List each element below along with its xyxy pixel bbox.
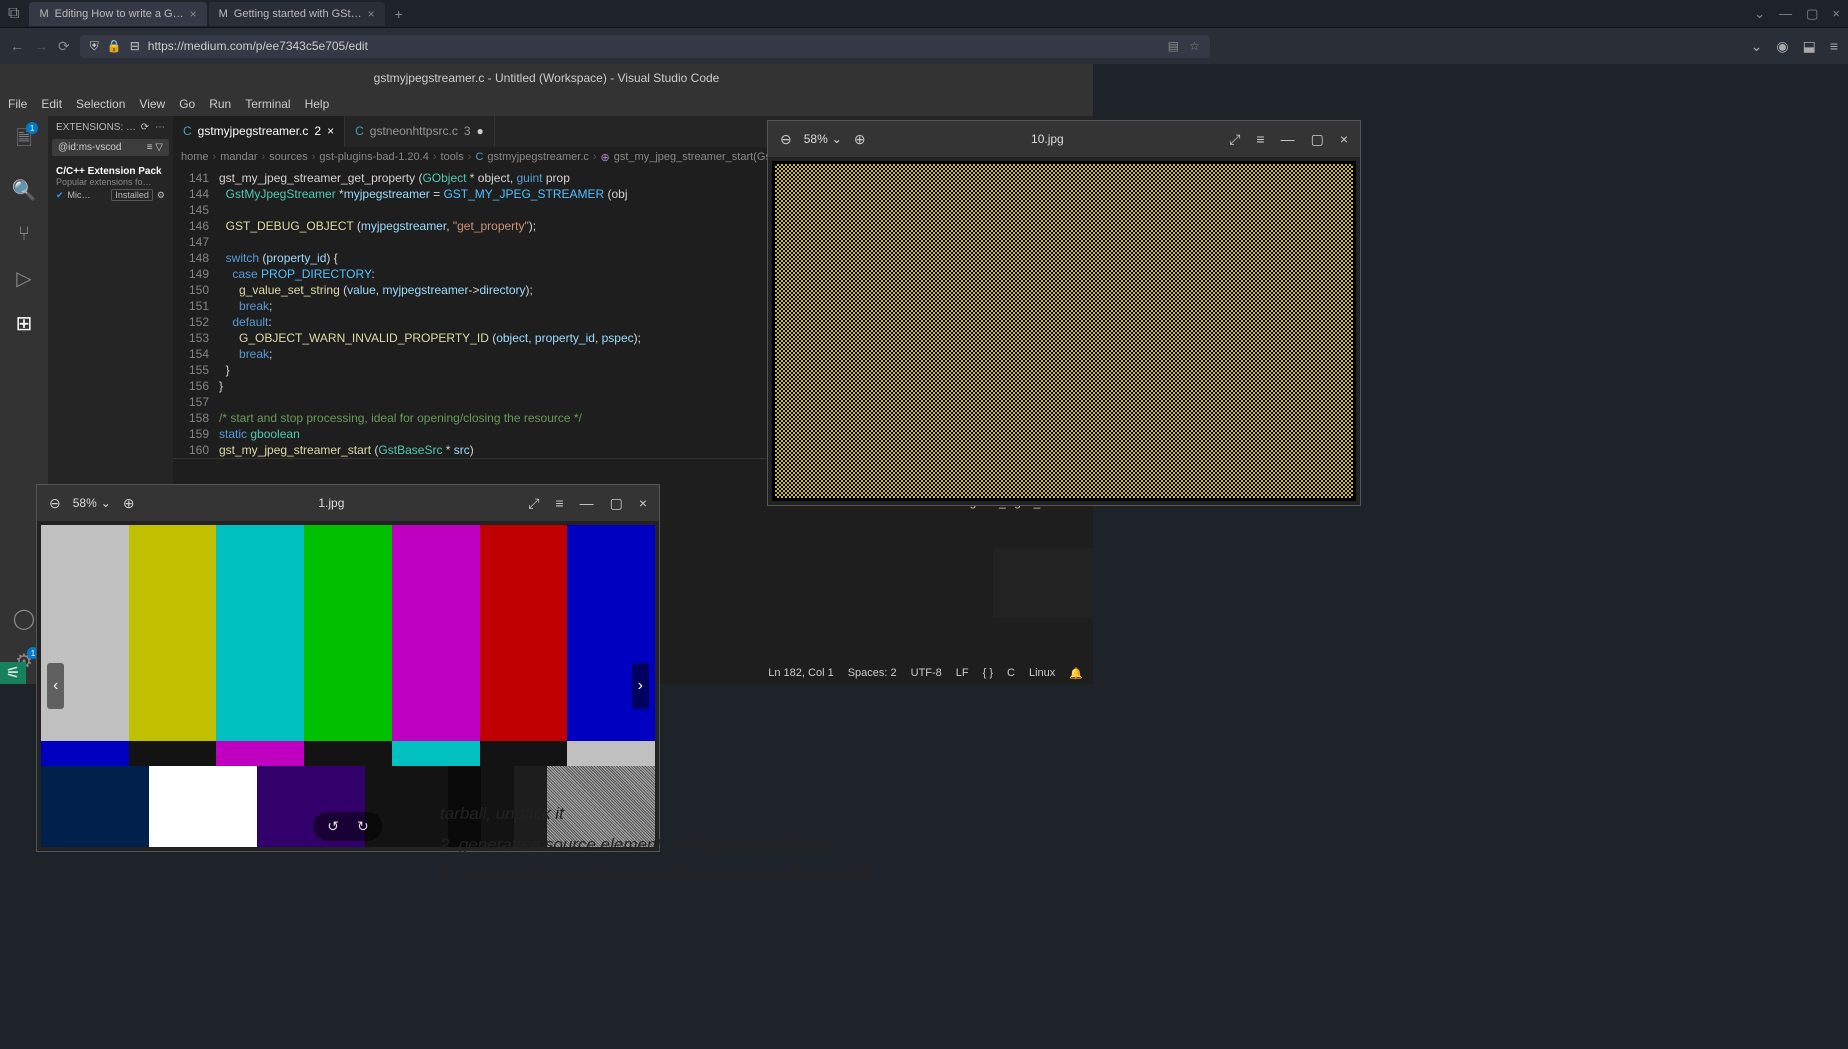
status-encoding[interactable]: UTF-8 [911, 667, 942, 680]
fullscreen-icon[interactable]: ⤢ [524, 495, 543, 512]
menu-file[interactable]: File [8, 97, 27, 111]
menu-edit[interactable]: Edit [41, 97, 62, 111]
rotate-left-icon[interactable]: ↺ [327, 818, 339, 835]
c-file-icon: C [183, 124, 192, 138]
account-icon[interactable]: ◯ [13, 606, 35, 631]
menu-help[interactable]: Help [305, 97, 330, 111]
remote-button[interactable]: ⚟ [0, 662, 26, 684]
window-title: gstmyjpegstreamer.c - Untitled (Workspac… [0, 64, 1093, 92]
tab-favicon: M [219, 8, 228, 20]
url-text: https://medium.com/p/ee7343c5e705/edit [148, 39, 368, 53]
filter-icon[interactable]: ≡ ▽ [147, 142, 163, 153]
menu-view[interactable]: View [139, 97, 165, 111]
chevron-down-icon: ⌄ [832, 132, 842, 146]
search-icon[interactable]: 🔍 [12, 178, 37, 203]
minimize-icon[interactable]: — [1277, 131, 1299, 147]
minimize-icon[interactable]: — [1779, 6, 1792, 22]
editor-tab-1[interactable]: C gstneonhttpsrc.c 3 ● [345, 116, 495, 147]
status-brace[interactable]: { } [983, 667, 993, 680]
bell-icon[interactable]: 🔔 [1069, 667, 1083, 680]
extensions-icon[interactable]: ⊞ [16, 311, 33, 336]
extension-search[interactable]: @id:ms-vscod ≡ ▽ [52, 139, 169, 156]
menu-bar: File Edit Selection View Go Run Terminal… [0, 92, 1093, 116]
image-viewer-2: ⊖ 58% ⌄ ⊕ 10.jpg ⤢ ≡ — ▢ × [767, 120, 1361, 506]
back-button[interactable]: ← [10, 38, 24, 54]
more-icon[interactable]: ⋯ [155, 122, 165, 133]
status-spaces[interactable]: Spaces: 2 [848, 667, 897, 680]
url-bar[interactable]: ⛨ 🔒 ⊟ https://medium.com/p/ee7343c5e705/… [80, 35, 1210, 58]
permissions-icon[interactable]: ⊟ [130, 39, 140, 53]
close-icon[interactable]: × [368, 7, 375, 21]
explorer-icon[interactable]: 🗎1 [16, 124, 32, 158]
maximize-icon[interactable]: ▢ [1806, 6, 1818, 22]
modified-icon: ● [477, 124, 484, 138]
zoom-in-icon[interactable]: ⊕ [850, 131, 870, 148]
forward-button[interactable]: → [34, 38, 48, 54]
history-icon[interactable]: ⧉ [8, 5, 19, 23]
chevron-down-icon[interactable]: ⌄ [1754, 6, 1765, 22]
menu-icon[interactable]: ≡ [1252, 131, 1268, 147]
next-image-button[interactable]: › [632, 663, 649, 709]
chevron-down-icon: ⌄ [101, 496, 111, 510]
sidebar-title: EXTENSIONS: … [56, 122, 136, 133]
close-icon[interactable]: × [1832, 6, 1840, 22]
zoom-out-icon[interactable]: ⊖ [45, 495, 65, 512]
tab-label: Getting started with GSt… [234, 8, 362, 20]
c-file-icon: C [355, 124, 364, 138]
refresh-icon[interactable]: ⟳ [141, 122, 149, 133]
prev-image-button[interactable]: ‹ [47, 663, 64, 709]
menu-selection[interactable]: Selection [76, 97, 125, 111]
menu-go[interactable]: Go [179, 97, 195, 111]
menu-icon[interactable]: ≡ [1830, 38, 1838, 55]
image-canvas [768, 157, 1360, 505]
tab-favicon: M [39, 8, 48, 20]
lock-icon: 🔒 [107, 39, 122, 53]
browser-tab-0[interactable]: M Editing How to write a G… × [29, 2, 206, 26]
zoom-level[interactable]: 58% ⌄ [804, 132, 842, 146]
status-os[interactable]: Linux [1029, 667, 1055, 680]
status-lang[interactable]: C [1007, 667, 1015, 680]
minimap[interactable] [993, 548, 1093, 618]
image-title: 10.jpg [878, 132, 1218, 146]
close-icon[interactable]: × [327, 124, 334, 138]
debug-icon[interactable]: ▷ [16, 266, 31, 291]
close-icon[interactable]: × [635, 495, 651, 511]
menu-terminal[interactable]: Terminal [245, 97, 290, 111]
browser-tab-1[interactable]: M Getting started with GSt… × [209, 2, 385, 26]
close-icon[interactable]: × [1336, 131, 1352, 147]
reload-button[interactable]: ⟳ [58, 38, 70, 55]
minimize-icon[interactable]: — [576, 495, 598, 511]
maximize-icon[interactable]: ▢ [606, 495, 627, 512]
extensions-icon[interactable]: ⬓ [1803, 38, 1816, 55]
close-icon[interactable]: × [190, 7, 197, 21]
gst-element-maker-link[interactable]: gst-element-maker [701, 835, 843, 854]
status-position[interactable]: Ln 182, Col 1 [768, 667, 833, 680]
fullscreen-icon[interactable]: ⤢ [1225, 131, 1244, 148]
image-viewer-1: ⊖ 58% ⌄ ⊕ 1.jpg ⤢ ≡ — ▢ × ‹ › ↺ ↻ [36, 484, 660, 852]
menu-run[interactable]: Run [209, 97, 231, 111]
extension-item[interactable]: C/C++ Extension Pack Popular extensions … [52, 160, 169, 207]
shield-icon[interactable]: ⛨ [90, 39, 99, 54]
menu-icon[interactable]: ≡ [551, 495, 567, 511]
bookmark-icon[interactable]: ☆ [1189, 39, 1200, 53]
image-title: 1.jpg [147, 496, 517, 510]
zoom-in-icon[interactable]: ⊕ [119, 495, 139, 512]
zoom-out-icon[interactable]: ⊖ [776, 131, 796, 148]
article-content[interactable]: tarball, unpack it 2. generate a source … [440, 799, 940, 891]
maximize-icon[interactable]: ▢ [1307, 131, 1328, 148]
source-control-icon[interactable]: ⑂ [18, 223, 30, 246]
tab-label: Editing How to write a G… [55, 8, 184, 20]
zoom-level[interactable]: 58% ⌄ [73, 496, 111, 510]
new-tab-button[interactable]: + [387, 2, 411, 26]
editor-tab-0[interactable]: C gstmyjpegstreamer.c 2 × [173, 116, 345, 147]
gear-icon[interactable]: ⚙ [157, 190, 165, 201]
status-eol[interactable]: LF [956, 667, 969, 680]
rotate-right-icon[interactable]: ↻ [357, 818, 369, 835]
pocket-icon[interactable]: ⌄ [1751, 38, 1763, 55]
reader-icon[interactable]: ▤ [1168, 39, 1179, 53]
account-icon[interactable]: ◉ [1776, 38, 1788, 55]
